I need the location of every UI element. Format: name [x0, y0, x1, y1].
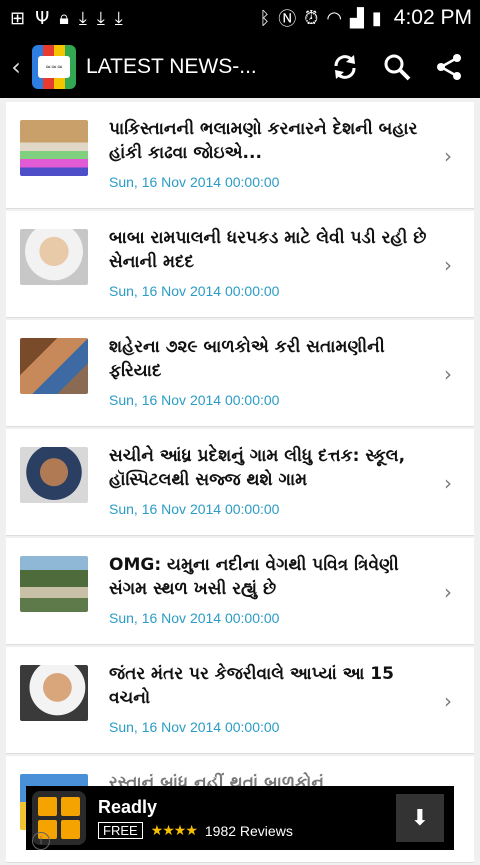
chevron-right-icon: › [444, 471, 452, 495]
news-date: Sun, 16 Nov 2014 00:00:00 [109, 501, 280, 517]
app-bar: ‹ ≈≈≈ LATEST NEWS-... [0, 36, 480, 98]
ad-text: Readly FREE ★★★★ 1982 Reviews [98, 797, 293, 839]
news-thumbnail [20, 447, 88, 503]
battery-icon: ▮ [371, 7, 382, 29]
chevron-right-icon: › [444, 362, 452, 386]
news-item[interactable]: જંતર મંતર પર કેજરીવાલે આપ્યાં આ 15 વચનો … [6, 647, 474, 754]
alarm-icon: ⏰︎ [304, 7, 319, 29]
review-count: 1982 Reviews [204, 822, 293, 839]
news-title: સચીને આંધ્ર પ્રદેશનું ગામ લીધુ દત્તક: સ્… [109, 446, 406, 490]
news-item[interactable]: OMG: યમુના નદીના વેગથી પવિત્ર ત્રિવેણી સ… [6, 538, 474, 645]
download-arrow-icon: ⬇ [410, 805, 430, 831]
chevron-right-icon: › [444, 689, 452, 713]
download-button[interactable]: ⬇ [396, 794, 444, 842]
news-date: Sun, 16 Nov 2014 00:00:00 [109, 174, 280, 190]
status-right-icons: ᛒ Ⓝ ⏰︎ ◠ ▟ ▮ 4:02 PM [259, 5, 480, 31]
plus-icon: ⊞ [10, 7, 26, 29]
ad-banner[interactable]: Readly FREE ★★★★ 1982 Reviews ⬇ [26, 786, 454, 850]
wifi-icon: ◠ [326, 7, 343, 29]
news-list: પાકિસ્તાનની ભલામણો કરનારને દેશની બહાર હા… [6, 102, 474, 865]
app-title: LATEST NEWS-... [86, 55, 257, 78]
news-date: Sun, 16 Nov 2014 00:00:00 [109, 392, 280, 408]
chevron-right-icon: › [444, 144, 452, 168]
ad-meta: FREE ★★★★ 1982 Reviews [98, 822, 293, 839]
news-title: OMG: યમુના નદીના વેગથી પવિત્ર ત્રિવેણી સ… [109, 555, 399, 599]
status-time: 4:02 PM [393, 6, 472, 29]
ad-info-icon[interactable]: i [32, 832, 50, 850]
news-thumbnail [20, 665, 88, 721]
download-icon: ⤓ [78, 7, 87, 29]
news-title: બાબા રામપાલની ધરપકડ માટે લેવી પડી રહી છે… [109, 228, 427, 272]
status-left-icons: ⊞ Ψ 🔒︎ ⤓ ⤓ ⤓ [0, 8, 123, 29]
news-title: જંતર મંતર પર કેજરીવાલે આપ્યાં આ 15 વચનો [109, 664, 394, 708]
news-item[interactable]: પાકિસ્તાનની ભલામણો કરનારને દેશની બહાર હા… [6, 102, 474, 209]
news-thumbnail [20, 556, 88, 612]
back-icon[interactable]: ‹ [6, 53, 26, 81]
app-logo[interactable]: ≈≈≈ [32, 45, 76, 89]
news-item[interactable]: સચીને આંધ્ર પ્રદેશનું ગામ લીધુ દત્તક: સ્… [6, 429, 474, 536]
bluetooth-icon: ᛒ [259, 7, 271, 29]
download-icon: ⤓ [96, 7, 105, 29]
news-thumbnail [20, 338, 88, 394]
news-thumbnail [20, 229, 88, 285]
news-date: Sun, 16 Nov 2014 00:00:00 [109, 719, 280, 735]
signal-icon: ▟ [350, 7, 364, 29]
news-date: Sun, 16 Nov 2014 00:00:00 [109, 283, 280, 299]
news-title: શહેરના ૭૨૯ બાળકોએ કરી સતામણીની ફરિયાદ [109, 337, 385, 381]
chevron-right-icon: › [444, 580, 452, 604]
lock-icon: 🔒︎ [59, 7, 69, 29]
news-item[interactable]: શહેરના ૭૨૯ બાળકોએ કરી સતામણીની ફરિયાદ Su… [6, 320, 474, 427]
status-bar: ⊞ Ψ 🔒︎ ⤓ ⤓ ⤓ ᛒ Ⓝ ⏰︎ ◠ ▟ ▮ 4:02 PM [0, 0, 480, 36]
refresh-icon[interactable] [330, 52, 360, 82]
download-icon: ⤓ [114, 7, 123, 29]
chevron-right-icon: › [444, 253, 452, 277]
news-thumbnail [20, 120, 88, 176]
free-badge: FREE [98, 822, 143, 839]
usb-icon: Ψ [35, 7, 50, 29]
news-item[interactable]: બાબા રામપાલની ધરપકડ માટે લેવી પડી રહી છે… [6, 211, 474, 318]
news-title: પાકિસ્તાનની ભલામણો કરનારને દેશની બહાર હા… [109, 119, 418, 163]
nfc-icon: Ⓝ [278, 9, 297, 30]
star-rating: ★★★★ [150, 822, 198, 838]
news-date: Sun, 16 Nov 2014 00:00:00 [109, 610, 280, 626]
appbar-actions [330, 52, 480, 82]
share-icon[interactable] [434, 52, 464, 82]
ad-app-name: Readly [98, 797, 158, 817]
search-icon[interactable] [382, 52, 412, 82]
